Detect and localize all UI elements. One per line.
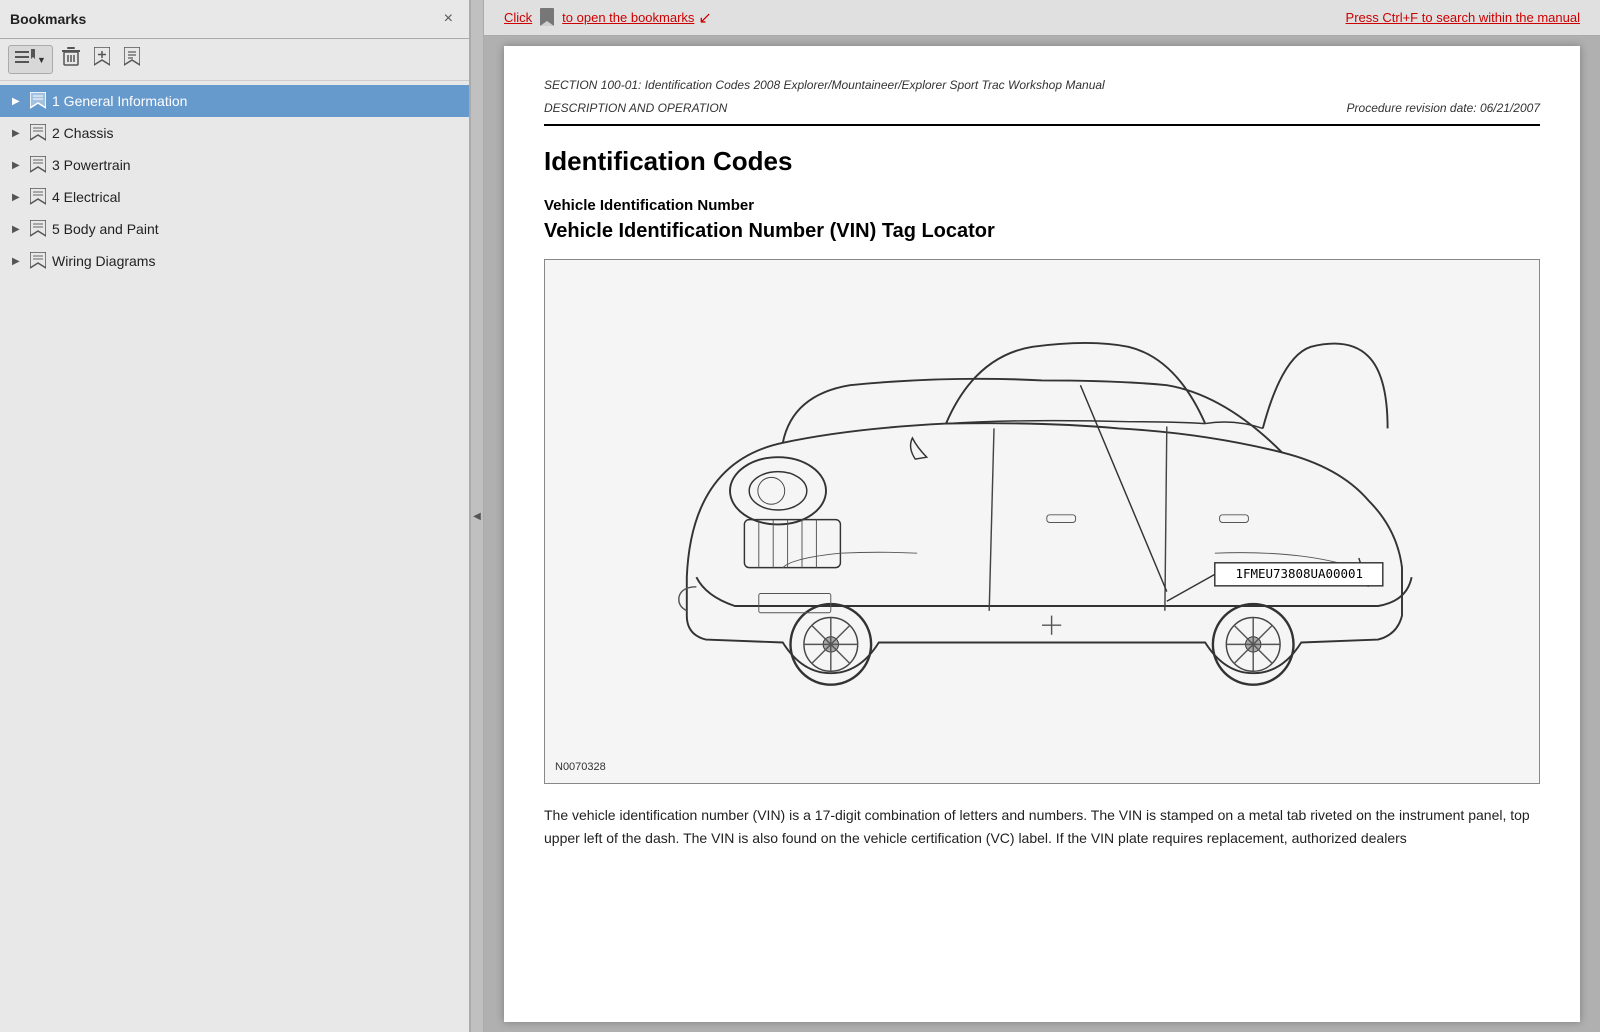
delete-bookmark-button[interactable]: [57, 45, 85, 74]
bookmark-dropdown-button[interactable]: ▼: [8, 45, 53, 74]
chevron-icon: ▶: [12, 192, 24, 203]
sidebar-item-item-2[interactable]: ▶ 2 Chassis: [0, 117, 469, 149]
sidebar-list: ▶ 1 General Information ▶ 2 Chassis ▶ 3 Power…: [0, 81, 469, 1032]
section-icon: [30, 124, 46, 142]
open-bookmarks-hint: Click to open the bookmarks ↙: [504, 8, 712, 28]
chevron-icon: ▶: [12, 256, 24, 267]
section-icon: [30, 188, 46, 206]
chevron-icon: ▶: [12, 160, 24, 171]
section-icon: [30, 156, 46, 174]
collapse-handle[interactable]: [470, 0, 484, 1032]
chevron-icon: ▶: [12, 128, 24, 139]
section-icon: [30, 252, 46, 270]
vehicle-diagram-svg: 1FMEU73808UA00001: [555, 270, 1529, 750]
section-meta-line2: DESCRIPTION AND OPERATION Procedure revi…: [544, 99, 1540, 118]
main-content: Click to open the bookmarks ↙ Press Ctrl…: [484, 0, 1600, 1032]
chevron-icon: ▶: [12, 224, 24, 235]
sidebar-item-label: 2 Chassis: [52, 125, 113, 141]
vin-subheading: Vehicle Identification Number: [544, 197, 1540, 214]
sidebar-item-label: Wiring Diagrams: [52, 253, 155, 269]
close-button[interactable]: ×: [438, 8, 459, 30]
section-icon: [30, 220, 46, 238]
vehicle-diagram-container: 1FMEU73808UA00001 N0070328: [544, 259, 1540, 784]
chevron-icon: ▶: [12, 96, 24, 107]
section-meta-line1: SECTION 100-01: Identification Codes 200…: [544, 76, 1540, 95]
sidebar-item-item-1[interactable]: ▶ 1 General Information: [0, 85, 469, 117]
open-bookmarks-label: to open the bookmarks: [562, 10, 694, 25]
sidebar-item-item-4[interactable]: ▶ 4 Electrical: [0, 181, 469, 213]
dropdown-arrow-icon: ▼: [37, 55, 46, 65]
bookmark-properties-button[interactable]: [119, 45, 145, 74]
sidebar-item-label: 1 General Information: [52, 93, 187, 109]
section-icon: [30, 92, 46, 110]
sidebar-item-item-3[interactable]: ▶ 3 Powertrain: [0, 149, 469, 181]
page-area: SECTION 100-01: Identification Codes 200…: [504, 46, 1580, 1022]
arrow-hint-icon: ↙: [698, 8, 711, 28]
svg-text:1FMEU73808UA00001: 1FMEU73808UA00001: [1235, 567, 1363, 582]
bookmark-icon-hint: [536, 8, 558, 26]
search-hint-label: Press Ctrl+F to search within the manual: [1346, 10, 1580, 25]
top-bar: Click to open the bookmarks ↙ Press Ctrl…: [484, 0, 1600, 36]
sidebar-item-item-5[interactable]: ▶ 5 Body and Paint: [0, 213, 469, 245]
sidebar-header: Bookmarks ×: [0, 0, 469, 39]
vin-tag-locator-heading: Vehicle Identification Number (VIN) Tag …: [544, 220, 1540, 243]
sidebar: Bookmarks × ▼: [0, 0, 470, 1032]
sidebar-title: Bookmarks: [10, 11, 86, 27]
section-divider: [544, 124, 1540, 126]
page-heading: Identification Codes: [544, 146, 1540, 177]
bookmark-list-icon: [15, 49, 35, 70]
add-bookmark-button[interactable]: [89, 45, 115, 74]
body-text: The vehicle identification number (VIN) …: [544, 804, 1540, 849]
sidebar-toolbar: ▼: [0, 39, 469, 81]
click-label: Click: [504, 10, 532, 25]
sidebar-item-label: 5 Body and Paint: [52, 221, 159, 237]
sidebar-item-item-6[interactable]: ▶ Wiring Diagrams: [0, 245, 469, 277]
sidebar-item-label: 4 Electrical: [52, 189, 120, 205]
diagram-caption: N0070328: [555, 761, 1529, 773]
sidebar-item-label: 3 Powertrain: [52, 157, 131, 173]
